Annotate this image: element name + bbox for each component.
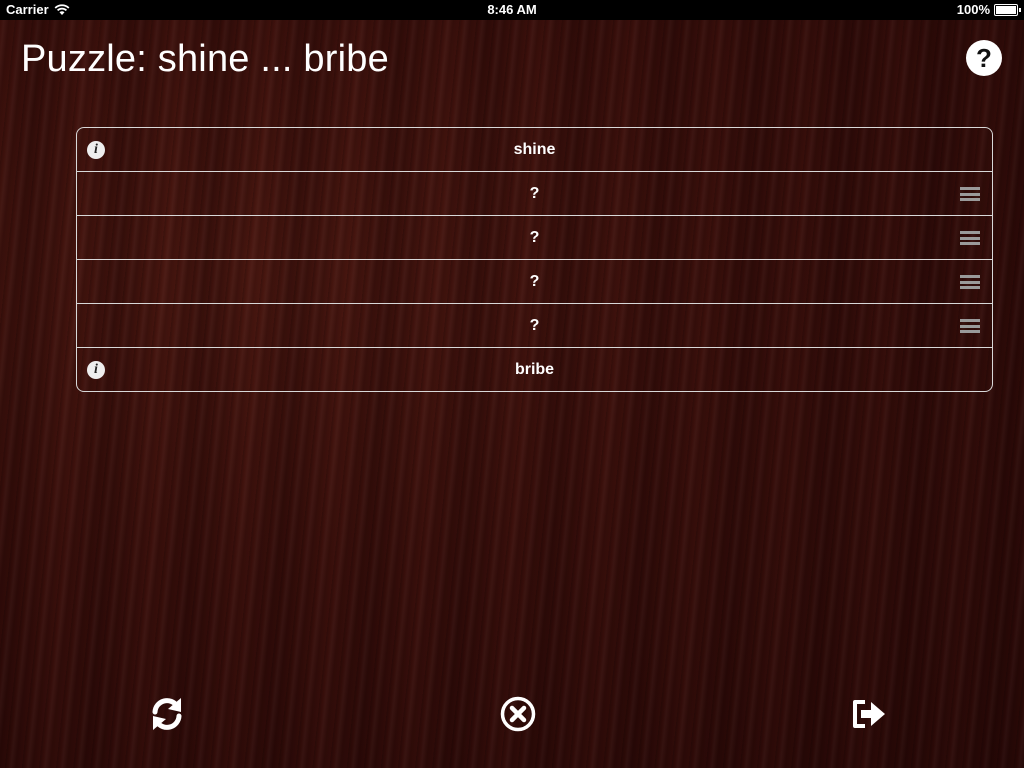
grip-icon[interactable] — [960, 275, 980, 289]
word-ladder-table: i shine???? i bribe — [76, 127, 993, 392]
exit-icon — [853, 700, 885, 728]
exit-button[interactable] — [849, 694, 889, 734]
page-title: Puzzle: shine ... bribe — [21, 38, 389, 80]
word-label: shine — [513, 141, 556, 158]
info-icon[interactable]: i — [87, 361, 105, 379]
grip-icon[interactable] — [960, 231, 980, 245]
help-button[interactable]: ? — [966, 40, 1002, 76]
word-row[interactable]: ? — [77, 304, 992, 348]
word-row[interactable]: ? — [77, 216, 992, 260]
battery-percent: 100% — [956, 2, 990, 17]
grip-icon[interactable] — [960, 319, 980, 333]
status-bar: Carrier 8:46 AM 100% — [0, 0, 1024, 20]
word-row[interactable]: ? — [77, 260, 992, 304]
info-icon[interactable]: i — [87, 141, 105, 159]
grip-icon[interactable] — [960, 187, 980, 201]
status-right: 100% — [956, 0, 1021, 20]
word-label: bribe — [514, 361, 555, 378]
word-label: ? — [529, 273, 540, 290]
word-row[interactable]: i bribe — [77, 348, 992, 391]
word-label: ? — [529, 229, 540, 246]
word-row[interactable]: i shine — [77, 128, 992, 172]
close-circle-icon — [500, 696, 536, 732]
clear-button[interactable] — [498, 694, 538, 734]
refresh-button[interactable] — [147, 694, 187, 734]
word-row[interactable]: ? — [77, 172, 992, 216]
battery-icon — [994, 4, 1021, 16]
word-label: ? — [529, 317, 540, 334]
battery-fill — [996, 6, 1016, 14]
question-circle-icon: ? — [976, 43, 992, 73]
word-label: ? — [529, 185, 540, 202]
status-time: 8:46 AM — [487, 2, 537, 17]
refresh-icon — [152, 698, 182, 730]
